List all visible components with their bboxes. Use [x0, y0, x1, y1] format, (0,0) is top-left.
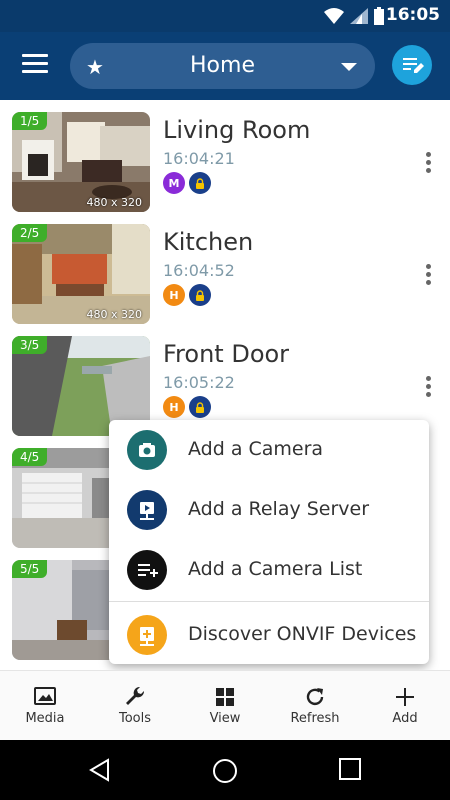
- camera-name: Front Door: [163, 340, 290, 368]
- camera-timestamp: 16:04:52: [163, 261, 235, 280]
- camera-index: 3/5: [12, 336, 48, 354]
- battery-icon: [374, 7, 384, 25]
- discover-device-icon: [127, 615, 167, 655]
- camera-index: 1/5: [12, 112, 48, 130]
- nav-add[interactable]: Add: [360, 671, 450, 741]
- nav-view[interactable]: View: [180, 671, 270, 741]
- back-icon[interactable]: [88, 758, 112, 782]
- status-bar: 16:05: [0, 0, 450, 32]
- refresh-icon: [306, 688, 324, 706]
- home-icon[interactable]: [212, 758, 238, 784]
- media-icon: [34, 687, 56, 705]
- menu-icon[interactable]: [22, 54, 48, 76]
- add-camera-list-menu-item[interactable]: Add a Camera List: [109, 540, 429, 600]
- camera-row[interactable]: 1/5 480 x 320 Living Room 16:04:21 M: [0, 100, 450, 212]
- signal-icon: [350, 8, 368, 24]
- app-bar: ★ Home: [0, 32, 450, 100]
- camera-icon: [127, 430, 167, 470]
- nav-label: Media: [25, 711, 65, 726]
- menu-item-label: Add a Camera: [188, 438, 324, 460]
- camera-group-selector[interactable]: ★ Home: [70, 43, 375, 89]
- system-nav-bar: [0, 740, 450, 800]
- add-camera-menu-item[interactable]: Add a Camera: [109, 420, 429, 480]
- camera-thumbnail[interactable]: 2/5 480 x 320: [12, 224, 150, 324]
- camera-resolution: 480 x 320: [86, 196, 143, 209]
- more-options-icon[interactable]: [424, 152, 432, 176]
- camera-thumbnail[interactable]: 1/5 480 x 320: [12, 112, 150, 212]
- edit-list-button[interactable]: [392, 45, 432, 85]
- camera-index: 2/5: [12, 224, 48, 242]
- grid-icon: [216, 688, 234, 706]
- more-options-icon[interactable]: [424, 376, 432, 400]
- lock-icon: [189, 284, 211, 306]
- bottom-nav: Media Tools View Refresh Add: [0, 670, 450, 740]
- add-relay-server-menu-item[interactable]: Add a Relay Server: [109, 480, 429, 540]
- menu-divider: [109, 601, 429, 602]
- menu-item-label: Discover ONVIF Devices: [188, 623, 417, 645]
- edit-list-icon: [403, 58, 424, 73]
- status-time: 16:05: [385, 5, 440, 25]
- discover-onvif-menu-item[interactable]: Discover ONVIF Devices: [109, 605, 429, 665]
- camera-index: 5/5: [12, 560, 48, 578]
- recents-icon[interactable]: [339, 758, 361, 780]
- camera-timestamp: 16:04:21: [163, 149, 235, 168]
- lock-icon: [189, 396, 211, 418]
- menu-item-label: Add a Relay Server: [188, 498, 370, 520]
- nav-label: Tools: [118, 711, 152, 726]
- camera-name: Kitchen: [163, 228, 254, 256]
- status-icons: [324, 6, 384, 26]
- wrench-icon: [126, 686, 145, 705]
- group-title: Home: [190, 53, 255, 78]
- nav-label: Refresh: [290, 711, 340, 726]
- camera-mode-badge: M: [163, 172, 185, 194]
- camera-mode-badge: H: [163, 396, 185, 418]
- nav-refresh[interactable]: Refresh: [270, 671, 360, 741]
- camera-mode-badge: H: [163, 284, 185, 306]
- nav-label: View: [209, 711, 241, 726]
- more-options-icon[interactable]: [424, 264, 432, 288]
- nav-label: Add: [392, 711, 418, 726]
- dropdown-caret-icon: [341, 63, 357, 71]
- lock-icon: [189, 172, 211, 194]
- add-menu: Add a Camera Add a Relay Server Add a Ca…: [109, 420, 429, 664]
- playlist-add-icon: [127, 550, 167, 590]
- camera-timestamp: 16:05:22: [163, 373, 235, 392]
- nav-media[interactable]: Media: [0, 671, 90, 741]
- camera-name: Living Room: [163, 116, 311, 144]
- menu-item-label: Add a Camera List: [188, 558, 363, 580]
- camera-row[interactable]: 2/5 480 x 320 Kitchen 16:04:52 H: [0, 212, 450, 324]
- nav-tools[interactable]: Tools: [90, 671, 180, 741]
- relay-server-icon: [127, 490, 167, 530]
- camera-index: 4/5: [12, 448, 48, 466]
- wifi-icon: [324, 8, 344, 24]
- camera-resolution: 480 x 320: [86, 308, 143, 321]
- plus-icon: [396, 688, 414, 706]
